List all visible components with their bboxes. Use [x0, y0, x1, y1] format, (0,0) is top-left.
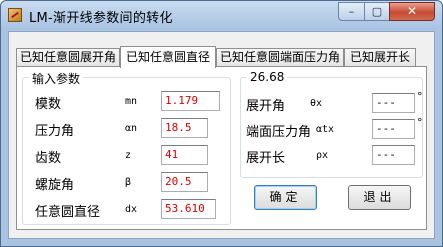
- helix-angle-symbol: β: [125, 177, 132, 188]
- transverse-pressure-angle-output: ---: [372, 119, 415, 139]
- unfold-angle-unit: °: [417, 90, 423, 103]
- minimize-button[interactable]: –: [338, 2, 365, 21]
- module-label: 模数: [35, 97, 62, 112]
- input-group-legend: 输入参数: [29, 70, 84, 87]
- window-title: LM-渐开线参数间的转化: [29, 11, 173, 26]
- result-group-legend: 26.68: [247, 70, 288, 84]
- pressure-angle-label: 压力角: [35, 124, 75, 139]
- input-group: 输入参数 模数 mn 1.179 压力角 αn 18.5 齿数 z 41 螺旋角…: [22, 70, 231, 225]
- transverse-pressure-angle-symbol: αtx: [316, 124, 335, 135]
- dialog-body: 已知任意圆展开角 已知任意圆直径 已知任意圆端面压力角 已知展开长 输入参数 模…: [8, 31, 435, 239]
- ruler-icon: [8, 8, 22, 22]
- unfold-angle-label: 展开角: [246, 99, 286, 114]
- title-bar[interactable]: LM-渐开线参数间的转化 – ▢ ✕: [1, 1, 442, 29]
- unfold-length-symbol: ρx: [316, 150, 329, 161]
- transverse-pressure-angle-unit: °: [417, 116, 423, 129]
- app-window: LM-渐开线参数间的转化 – ▢ ✕ 已知任意圆展开角 已知任意圆直径 已知任意…: [0, 0, 443, 247]
- unfold-angle-symbol: θx: [310, 98, 323, 109]
- unfold-length-label: 展开长: [246, 151, 286, 166]
- result-group: 26.68 展开角 θx --- ° 端面压力角 αtx --- ° 展开长 ρ…: [240, 70, 423, 178]
- unfold-length-output: ---: [372, 145, 415, 165]
- diameter-symbol: dx: [125, 204, 138, 215]
- helix-angle-label: 螺旋角: [35, 178, 75, 193]
- transverse-pressure-angle-label: 端面压力角: [246, 125, 312, 140]
- pressure-angle-input[interactable]: 18.5: [161, 118, 208, 138]
- module-symbol: mn: [125, 96, 138, 107]
- unfold-angle-output: ---: [372, 93, 415, 113]
- pressure-angle-symbol: αn: [125, 123, 138, 134]
- close-button[interactable]: ✕: [389, 2, 435, 21]
- teeth-symbol: z: [125, 150, 132, 161]
- teeth-input[interactable]: 41: [161, 145, 208, 165]
- module-input[interactable]: 1.179: [161, 91, 220, 111]
- tab-transverse-pressure-angle[interactable]: 已知任意圆端面压力角: [216, 48, 344, 67]
- helix-angle-input[interactable]: 20.5: [161, 172, 208, 192]
- diameter-input[interactable]: 53.610: [161, 199, 216, 219]
- maximize-button[interactable]: ▢: [364, 2, 390, 21]
- tab-diameter[interactable]: 已知任意圆直径: [120, 46, 216, 68]
- teeth-label: 齿数: [35, 151, 62, 166]
- diameter-label: 任意圆直径: [35, 205, 101, 220]
- tab-unfold-length[interactable]: 已知展开长: [344, 48, 416, 67]
- tab-panel: 输入参数 模数 mn 1.179 压力角 αn 18.5 齿数 z 41 螺旋角…: [16, 66, 427, 230]
- exit-button[interactable]: 退出: [348, 185, 411, 210]
- tab-unfold-angle[interactable]: 已知任意圆展开角: [16, 48, 120, 67]
- ok-button[interactable]: 确定: [254, 185, 317, 210]
